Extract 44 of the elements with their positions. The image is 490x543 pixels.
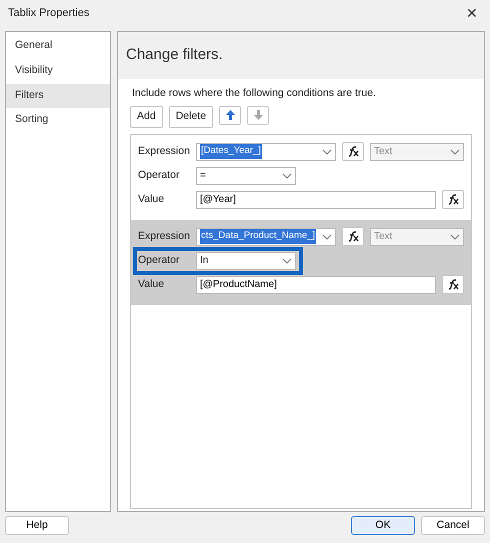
sidebar-item[interactable]: General bbox=[6, 34, 110, 59]
help-button[interactable]: Help bbox=[5, 516, 69, 535]
filter-row[interactable]: Expression cts_Data_Product_Name_] Text Operator In Value [@ProductName] bbox=[131, 220, 471, 304]
window-title: Tablix Properties bbox=[8, 6, 90, 21]
expression-button[interactable] bbox=[342, 227, 364, 246]
chevron-down-icon bbox=[322, 148, 332, 154]
field-label: Value bbox=[138, 276, 166, 292]
field-label: Operator bbox=[138, 168, 180, 183]
sidebar-item[interactable]: Sorting bbox=[6, 108, 110, 133]
chevron-down-icon bbox=[282, 258, 292, 264]
value-field[interactable]: [@ProductName] bbox=[196, 276, 436, 294]
expression-button[interactable] bbox=[442, 275, 464, 294]
field-label: Expression bbox=[138, 228, 190, 244]
chevron-down-icon bbox=[450, 234, 460, 240]
expression-dropdown[interactable]: cts_Data_Product_Name_] bbox=[196, 228, 336, 246]
ok-button[interactable]: OK bbox=[351, 516, 415, 535]
cancel-button[interactable]: Cancel bbox=[421, 516, 485, 535]
function-icon bbox=[347, 230, 359, 242]
field-label: Expression bbox=[138, 144, 190, 159]
up-arrow-icon bbox=[226, 110, 235, 120]
function-icon bbox=[347, 146, 359, 157]
function-icon bbox=[447, 194, 459, 205]
field-label: Value bbox=[138, 192, 166, 207]
move-up-button[interactable] bbox=[219, 106, 242, 125]
operator-dropdown[interactable]: In bbox=[196, 252, 296, 270]
chevron-down-icon bbox=[322, 234, 332, 240]
panel-header: Change filters. bbox=[118, 32, 484, 79]
expression-dropdown[interactable]: [Dates_Year_] bbox=[196, 142, 336, 160]
down-arrow-icon bbox=[254, 110, 263, 120]
expression-button[interactable] bbox=[442, 190, 464, 209]
sidebar-item[interactable]: Visibility bbox=[6, 58, 110, 84]
close-button[interactable]: ✕ bbox=[462, 2, 482, 24]
expression-button[interactable] bbox=[342, 142, 364, 161]
field-label: Operator bbox=[138, 252, 180, 268]
chevron-down-icon bbox=[450, 148, 460, 154]
value-field[interactable]: [@Year] bbox=[196, 190, 436, 208]
delete-button[interactable]: Delete bbox=[168, 106, 214, 128]
filter-row[interactable]: Expression [Dates_Year_] Text Operator = Value [@Year] bbox=[131, 134, 471, 220]
add-button[interactable]: Add bbox=[130, 106, 163, 128]
function-icon bbox=[447, 278, 459, 290]
operator-dropdown[interactable]: = bbox=[196, 166, 296, 184]
chevron-down-icon bbox=[282, 172, 292, 178]
sidebar-item[interactable]: Filters bbox=[6, 84, 110, 108]
instructions-text: Include rows where the following conditions are true. bbox=[132, 87, 376, 99]
